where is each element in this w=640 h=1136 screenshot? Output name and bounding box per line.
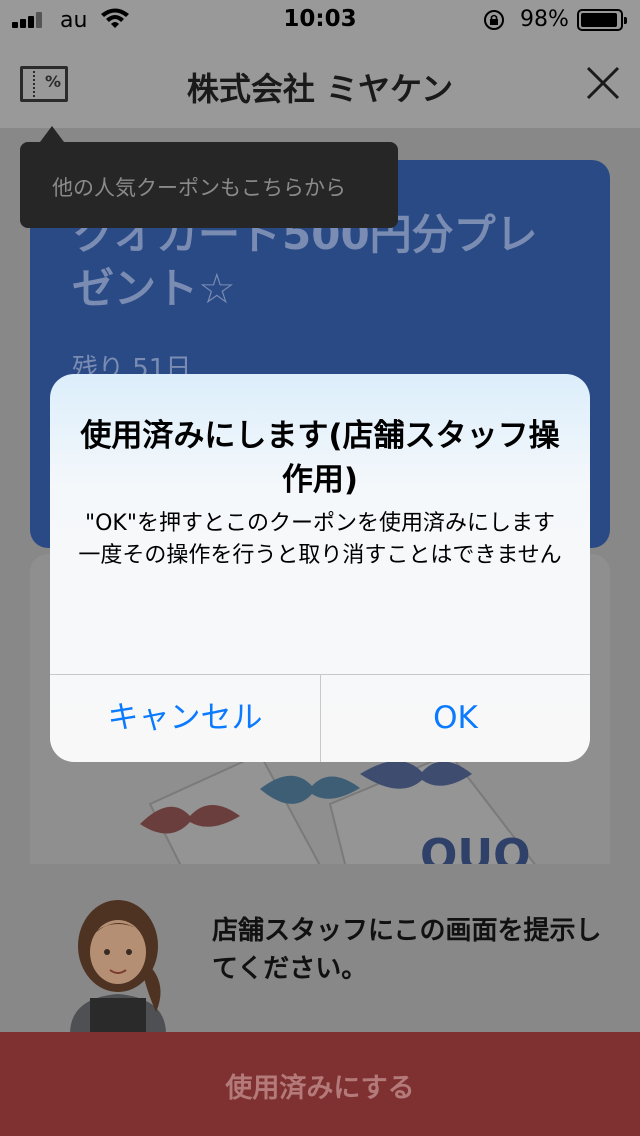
confirm-alert-dialog: 使用済みにします(店舗スタッフ操作用) "OK"を押すとこのクーポンを使用済みに… <box>50 374 590 762</box>
alert-title: 使用済みにします(店舗スタッフ操作用) <box>80 418 560 498</box>
alert-message: "OK"を押すとこのクーポンを使用済みにします 一度その操作を行うと取り消すこと… <box>76 508 564 572</box>
mark-as-used-label: 使用済みにする <box>225 1073 415 1104</box>
battery-icon <box>577 9 627 31</box>
battery-fill <box>581 13 618 27</box>
coupon-list-tooltip: 他の人気クーポンもこちらから <box>20 126 398 228</box>
mark-as-used-button[interactable]: 使用済みにする <box>0 1032 640 1136</box>
header-bar: % 株式会社 ミヤケン <box>0 40 640 128</box>
close-icon[interactable] <box>584 64 622 102</box>
staff-instruction-text: 店舗スタッフにこの画面を提示してください。 <box>212 916 602 984</box>
alert-message-line-2: 一度その操作を行うと取り消すことはできません <box>78 543 562 568</box>
battery-percentage: 98% <box>520 7 569 32</box>
status-bar: au 10:03 98% <box>0 0 640 40</box>
tooltip-text: 他の人気クーポンもこちらから <box>52 176 346 200</box>
orientation-lock-icon <box>484 10 504 30</box>
page-title: 株式会社 ミヤケン <box>186 70 454 108</box>
staff-avatar-illustration <box>70 900 166 1034</box>
staff-instruction-panel: 店舗スタッフにこの画面を提示してください。 <box>0 864 640 1034</box>
ok-button[interactable]: OK <box>321 675 590 762</box>
alert-message-line-1: "OK"を押すとこのクーポンを使用済みにします <box>85 511 555 536</box>
cancel-button[interactable]: キャンセル <box>50 675 320 762</box>
